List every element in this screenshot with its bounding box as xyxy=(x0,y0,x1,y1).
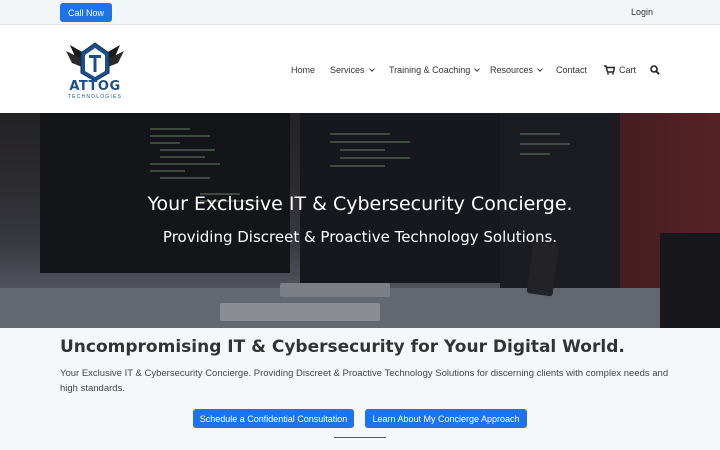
search-icon[interactable] xyxy=(650,65,660,75)
section-body: Your Exclusive IT & Cybersecurity Concie… xyxy=(60,368,669,394)
concierge-approach-button[interactable]: Learn About My Concierge Approach xyxy=(365,409,527,428)
chevron-down-icon xyxy=(474,65,481,72)
nav-item-label: Contact xyxy=(556,65,588,75)
logo-tagline: TECHNOLOGIES xyxy=(67,94,123,100)
section-divider xyxy=(334,437,386,438)
site-logo[interactable]: ATTOG TECHNOLOGIES xyxy=(62,39,128,101)
nav-item-home[interactable]: Home xyxy=(291,65,315,75)
section-heading: Uncompromising IT & Cybersecurity for Yo… xyxy=(60,337,625,357)
hero-subtitle: Providing Discreet & Proactive Technolog… xyxy=(162,228,558,246)
login-link[interactable]: Login xyxy=(631,7,653,17)
nav-item-resources[interactable]: Resources xyxy=(490,65,543,75)
logo-wordmark: ATTOG xyxy=(69,79,121,94)
nav-item-label: Training & Coaching xyxy=(389,65,471,75)
schedule-consultation-button[interactable]: Schedule a Confidential Consultation xyxy=(193,409,354,428)
nav-item-services[interactable]: Services xyxy=(330,65,375,75)
top-bar: Call Now Login xyxy=(0,0,720,25)
chevron-down-icon xyxy=(368,65,375,72)
nav-item-label: Services xyxy=(330,65,365,75)
attog-shield-icon xyxy=(66,42,124,82)
nav-item-training-coaching[interactable]: Training & Coaching xyxy=(389,65,481,75)
nav-item-label: Home xyxy=(291,65,316,75)
nav-item-label: Cart xyxy=(619,65,637,75)
nav-item-contact[interactable]: Contact xyxy=(556,65,587,75)
site-header: ATTOG TECHNOLOGIES Home Services Trainin… xyxy=(0,25,720,113)
hero-overlay xyxy=(0,113,720,328)
hero-banner: Your Exclusive IT & Cybersecurity Concie… xyxy=(0,113,720,328)
nav-item-label: Resources xyxy=(490,65,534,75)
hero-title: Your Exclusive IT & Cybersecurity Concie… xyxy=(147,193,573,215)
cart-icon xyxy=(604,65,615,75)
nav-item-cart[interactable]: Cart xyxy=(604,65,636,75)
chevron-down-icon xyxy=(537,65,543,72)
call-now-button[interactable]: Call Now xyxy=(60,3,112,22)
